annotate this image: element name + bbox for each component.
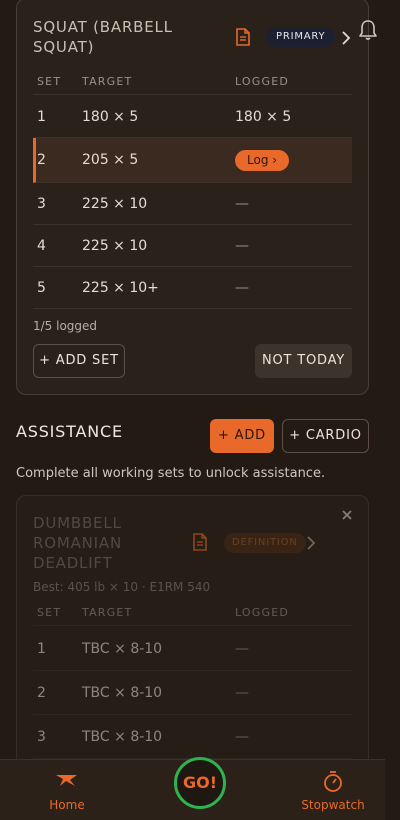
- primary-badge: PRIMARY: [266, 27, 336, 47]
- set-logged: —: [235, 685, 249, 701]
- nav-home-label: Home: [49, 798, 85, 812]
- header-set: SET: [37, 606, 62, 619]
- set-target: 225 × 10: [82, 196, 148, 212]
- log-set-button[interactable]: Log ›: [235, 150, 290, 171]
- best-record: Best: 405 lb × 10 · E1RM 540: [33, 580, 211, 594]
- sets-table-header: SET TARGET LOGGED: [33, 69, 352, 95]
- set-logged: —: [235, 196, 249, 212]
- table-row[interactable]: 5 225 × 10+ —: [33, 267, 352, 309]
- sets-table-header: SET TARGET LOGGED: [33, 600, 352, 626]
- exercise-title[interactable]: SQUAT (BARBELL SQUAT): [33, 17, 223, 57]
- header-logged: LOGGED: [235, 606, 290, 619]
- set-target: TBC × 8-10: [82, 685, 163, 701]
- assistance-lock-note: Complete all working sets to unlock assi…: [16, 466, 326, 481]
- set-number: 1: [37, 109, 46, 125]
- set-logged: 180 × 5: [235, 109, 292, 125]
- set-number: 2: [37, 685, 46, 701]
- notifications-button[interactable]: [350, 12, 386, 48]
- set-number: 5: [37, 280, 46, 296]
- header-target: TARGET: [82, 606, 133, 619]
- home-icon: [56, 775, 77, 786]
- stopwatch-icon: [324, 771, 342, 792]
- set-number: 3: [37, 729, 46, 745]
- assistance-exercise-card: DUMBBELL ROMANIAN DEADLIFT DEFINITION Be…: [16, 495, 369, 795]
- add-set-button[interactable]: + ADD SET: [33, 344, 125, 378]
- table-row: 1 TBC × 8-10 —: [33, 627, 352, 671]
- chevron-right-icon[interactable]: [306, 536, 316, 550]
- nav-home[interactable]: Home: [17, 760, 117, 820]
- set-number: 3: [37, 196, 46, 212]
- table-row-active[interactable]: 2 205 × 5 Log ›: [33, 138, 352, 183]
- set-target: TBC × 8-10: [82, 729, 163, 745]
- assistance-heading: ASSISTANCE: [16, 422, 123, 441]
- set-number: 1: [37, 641, 46, 657]
- table-row[interactable]: 3 225 × 10 —: [33, 183, 352, 225]
- table-row: 3 TBC × 8-10 —: [33, 715, 352, 759]
- table-row[interactable]: 4 225 × 10 —: [33, 225, 352, 267]
- workout-screen: SQUAT (BARBELL SQUAT) PRIMARY SET TARGET…: [0, 0, 400, 820]
- nav-stopwatch[interactable]: Stopwatch: [283, 760, 383, 820]
- set-logged: —: [235, 238, 249, 254]
- document-icon[interactable]: [235, 28, 251, 46]
- set-target: 225 × 10: [82, 238, 148, 254]
- primary-exercise-card: SQUAT (BARBELL SQUAT) PRIMARY SET TARGET…: [16, 0, 369, 395]
- set-number: 2: [37, 152, 46, 168]
- set-target: 225 × 10+: [82, 280, 159, 296]
- set-target: 180 × 5: [82, 109, 139, 125]
- not-today-button[interactable]: NOT TODAY: [255, 344, 352, 378]
- add-cardio-button[interactable]: + CARDIO: [282, 419, 369, 453]
- sets-progress: 1/5 logged: [33, 319, 98, 333]
- add-assistance-button[interactable]: + ADD: [210, 419, 274, 453]
- set-logged: —: [235, 729, 249, 745]
- set-number: 4: [37, 238, 46, 254]
- header-target: TARGET: [82, 75, 133, 88]
- table-row[interactable]: 1 180 × 5 180 × 5: [33, 96, 352, 138]
- set-target: TBC × 8-10: [82, 641, 163, 657]
- table-row: 2 TBC × 8-10 —: [33, 671, 352, 715]
- exercise-title[interactable]: DUMBBELL ROMANIAN DEADLIFT: [33, 513, 183, 573]
- header-set: SET: [37, 75, 62, 88]
- nav-stopwatch-label: Stopwatch: [301, 798, 365, 812]
- definition-badge: DEFINITION: [224, 533, 306, 553]
- set-target: 205 × 5: [82, 152, 139, 168]
- bell-icon: [359, 20, 377, 40]
- set-logged: —: [235, 280, 249, 296]
- header-logged: LOGGED: [235, 75, 290, 88]
- close-icon[interactable]: [340, 508, 354, 522]
- set-logged: —: [235, 641, 249, 657]
- go-button[interactable]: GO!: [174, 757, 226, 809]
- document-icon[interactable]: [192, 533, 208, 551]
